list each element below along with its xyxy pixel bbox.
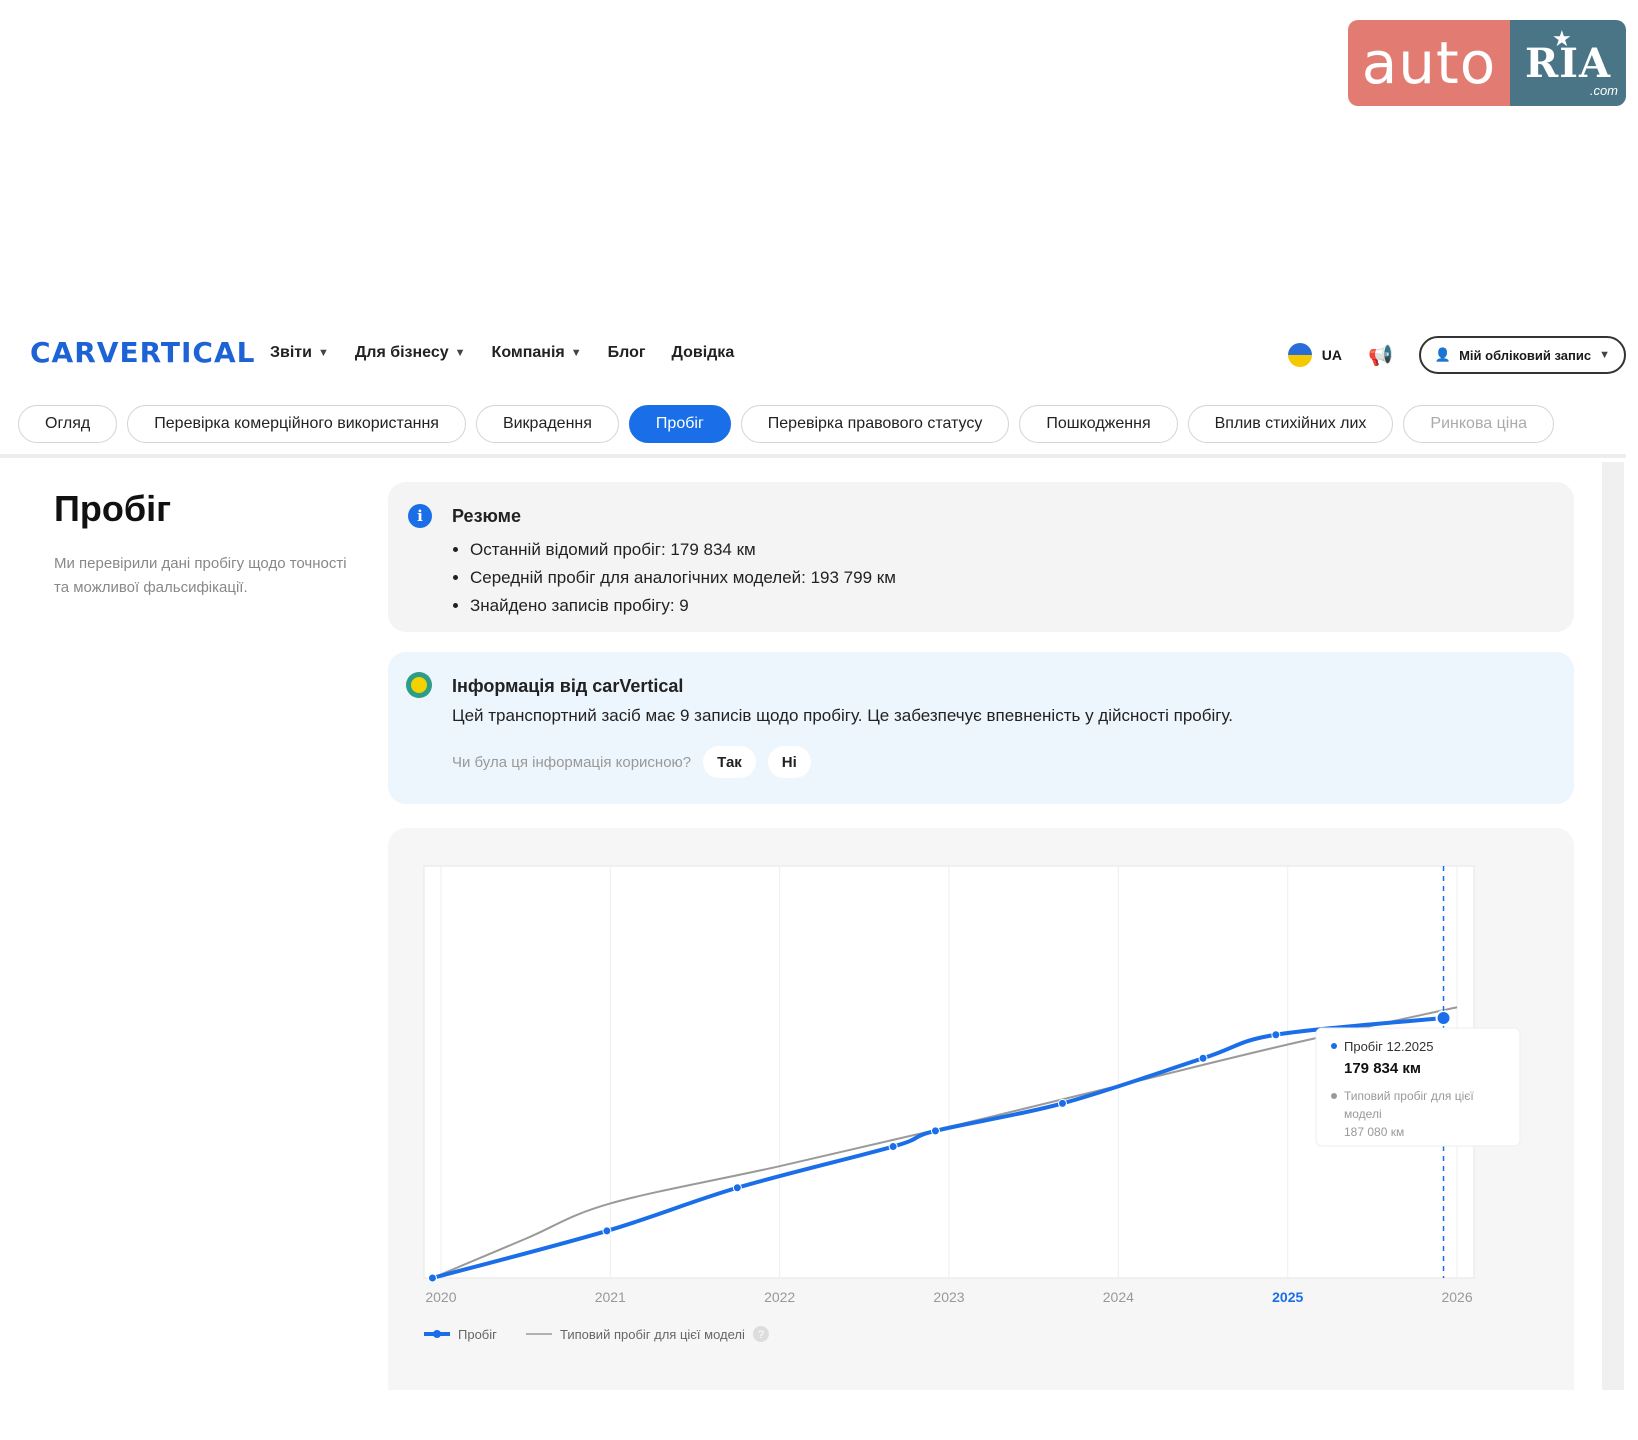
mileage-point (1271, 1030, 1281, 1040)
star-icon: ★ (1552, 26, 1572, 51)
nav-right: UA 📢 👤 Мій обліковий запис ▼ (1287, 336, 1626, 374)
menu-item-label: Звіти (270, 344, 312, 361)
megaphone-icon[interactable]: 📢 (1368, 343, 1393, 368)
feedback-yes-button[interactable]: Так (703, 746, 756, 778)
tab-overview[interactable]: Огляд (18, 405, 118, 443)
user-icon: 👤 (1434, 347, 1452, 362)
report-tabs: Огляд Перевірка комерційного використанн… (0, 394, 1626, 458)
menu-item-business[interactable]: Для бізнесу ▼ (355, 344, 466, 362)
autoria-logo-ria: ★ RIA .com (1510, 20, 1626, 106)
chevron-down-icon: ▼ (317, 347, 329, 359)
summary-item: Середній пробіг для аналогічних моделей:… (470, 564, 896, 592)
account-button[interactable]: 👤 Мій обліковий запис ▼ (1418, 336, 1626, 374)
mileage-point (888, 1142, 898, 1152)
x-tick-label: 2022 (764, 1289, 795, 1305)
page-title: Пробіг (54, 488, 172, 529)
help-icon-glyph: ? (758, 1329, 764, 1341)
language-label: UA (1321, 347, 1342, 363)
report-content: Пробіг Ми перевірили дані пробігу щодо т… (16, 462, 1624, 1390)
carvertical-app: CARVERTICAL Звіти ▼ Для бізнесу ▼ Компан… (0, 318, 1626, 1390)
summary-item: Останній відомий пробіг: 179 834 км (470, 536, 896, 564)
legend-typical-label: Типовий пробіг для цієї моделі (560, 1327, 745, 1342)
feedback-question: Чи була ця інформація корисною? (452, 753, 692, 771)
mileage-point (930, 1126, 940, 1136)
mileage-point (1057, 1098, 1067, 1108)
brand-logo[interactable]: CARVERTICAL (30, 336, 255, 369)
mileage-chart-card: 2020 2021 2022 2023 2024 2025 2026 Пробіг 12.20… (388, 828, 1574, 1390)
tab-theft[interactable]: Викрадення (475, 405, 619, 443)
tooltip-typical-value: 187 080 км (1344, 1125, 1404, 1139)
x-tick-label: 2025 (1272, 1289, 1303, 1305)
info-icon: i (408, 504, 432, 528)
summary-list: Останній відомий пробіг: 179 834 км Сере… (450, 536, 896, 620)
top-navbar: CARVERTICAL Звіти ▼ Для бізнесу ▼ Компан… (0, 318, 1626, 394)
mileage-point (1198, 1053, 1208, 1063)
chevron-down-icon: ▼ (1599, 349, 1610, 361)
tooltip-label: Пробіг 12.2025 (1344, 1039, 1433, 1054)
tab-legal-status[interactable]: Перевірка правового статусу (740, 405, 1010, 443)
tab-natural-disasters[interactable]: Вплив стихійних лих (1187, 405, 1394, 443)
tab-mileage[interactable]: Пробіг (628, 405, 731, 443)
legend-mileage-label: Пробіг (458, 1327, 497, 1342)
summary-card: i Резюме Останній відомий пробіг: 179 83… (388, 482, 1574, 632)
menu-item-label: Довідка (671, 344, 735, 361)
carvertical-badge-icon (406, 672, 432, 698)
tab-commercial-use[interactable]: Перевірка комерційного використання (127, 405, 466, 443)
menu-item-label: Компанія (491, 344, 565, 361)
summary-title: Резюме (452, 506, 521, 526)
chevron-down-icon: ▼ (454, 347, 466, 359)
tooltip-value: 179 834 км (1344, 1060, 1421, 1077)
tooltip-typical-label: Типовий пробіг для цієї (1344, 1089, 1474, 1103)
main-menu: Звіти ▼ Для бізнесу ▼ Компанія ▼ Блог До… (270, 344, 734, 362)
mileage-point (732, 1183, 742, 1193)
mileage-chart: 2020 2021 2022 2023 2024 2025 2026 Пробіг 12.20… (423, 865, 1521, 1342)
feedback-no-button[interactable]: Ні (767, 746, 811, 778)
tooltip-typical-label: моделі (1344, 1107, 1382, 1121)
x-tick-label: 2026 (1441, 1289, 1472, 1305)
x-tick-label: 2021 (595, 1289, 626, 1305)
x-tick-label: 2020 (425, 1289, 456, 1305)
carvertical-info-card: Інформація від carVertical Цей транспорт… (388, 652, 1574, 804)
info-title: Інформація від carVertical (452, 676, 684, 696)
tab-damage[interactable]: Пошкодження (1019, 405, 1178, 443)
info-text: Цей транспортний засіб має 9 записів щод… (452, 706, 1233, 725)
autoria-logo-auto: auto (1348, 20, 1510, 106)
page-description: Ми перевірили дані пробігу щодо точності… (54, 555, 347, 596)
summary-item: Знайдено записів пробігу: 9 (470, 592, 896, 620)
tab-market-price[interactable]: Ринкова ціна (1403, 405, 1555, 443)
menu-item-blog[interactable]: Блог (608, 344, 646, 362)
menu-item-label: Для бізнесу (354, 344, 449, 361)
ukraine-flag-icon (1287, 343, 1312, 367)
language-selector[interactable]: UA (1287, 343, 1342, 367)
chart-legend: Пробіг Типовий пробіг для цієї моделі? (424, 1326, 769, 1342)
x-tick-label: 2024 (1103, 1289, 1134, 1305)
legend-mileage-dot (433, 1330, 441, 1338)
tooltip-mileage-dot (1331, 1043, 1337, 1049)
account-label: Мій обліковий запис (1459, 347, 1592, 363)
mileage-point (602, 1226, 612, 1236)
menu-item-reports[interactable]: Звіти ▼ (270, 344, 329, 362)
x-tick-label: 2023 (933, 1289, 964, 1305)
chevron-down-icon: ▼ (570, 347, 582, 359)
autoria-logo-com: .com (1589, 83, 1618, 98)
feedback-row: Чи була ця інформація корисною? Так Ні (452, 746, 811, 778)
menu-item-company[interactable]: Компанія ▼ (492, 344, 582, 362)
chart-tooltip: Пробіг 12.2025 179 834 км Типовий пробіг д… (1315, 1027, 1521, 1147)
menu-item-help[interactable]: Довідка (672, 344, 735, 362)
autoria-logo: auto ★ RIA .com (1348, 20, 1626, 106)
mileage-point (427, 1273, 437, 1283)
menu-item-label: Блог (607, 344, 646, 361)
tooltip-typical-dot (1331, 1093, 1337, 1099)
